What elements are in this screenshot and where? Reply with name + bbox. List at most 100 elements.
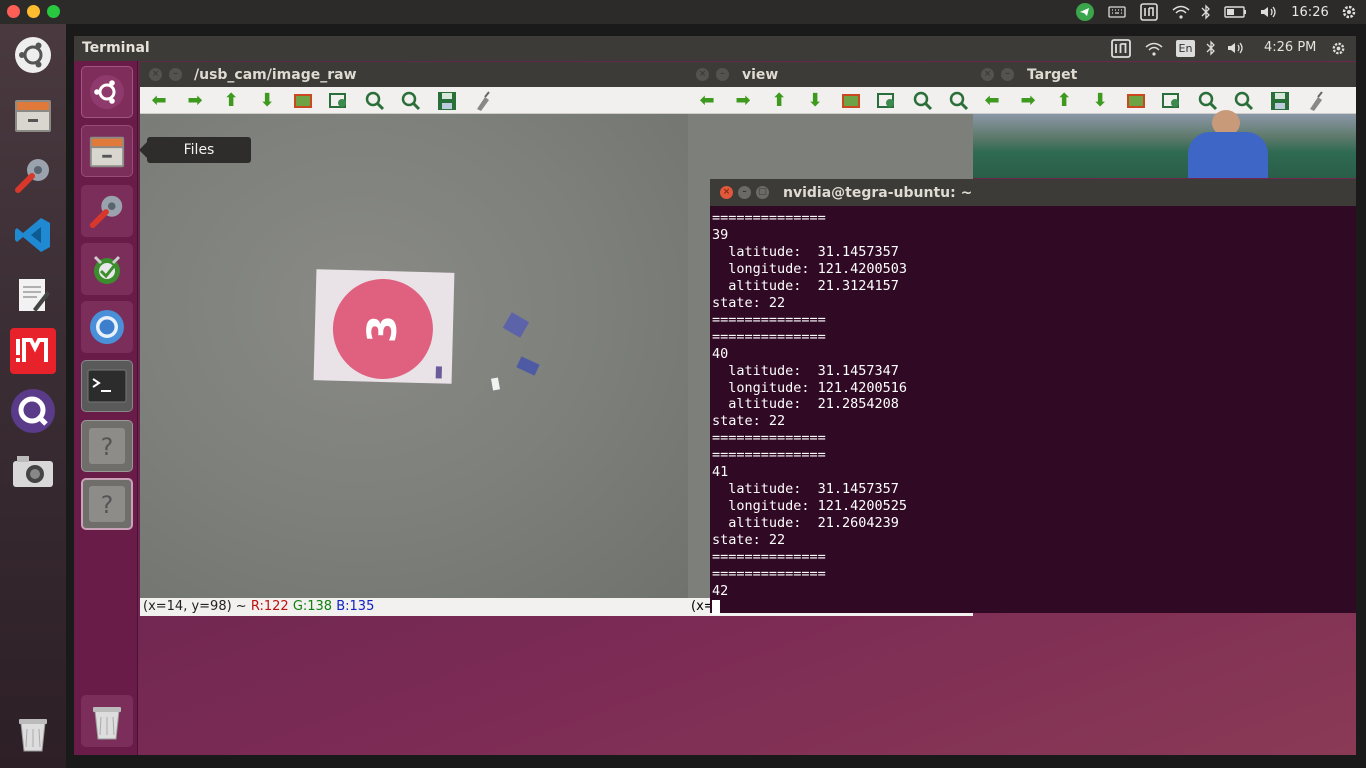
vm-im-indicator-icon[interactable]: [1111, 39, 1131, 62]
close-button[interactable]: ×: [981, 68, 994, 81]
camera-icon[interactable]: [8, 446, 58, 496]
arrow-right-icon[interactable]: ➡: [184, 90, 206, 112]
terminal-line: state: 22: [712, 532, 786, 549]
save-icon[interactable]: [436, 90, 458, 112]
image-icon[interactable]: [292, 90, 314, 112]
vm-settings-icon[interactable]: [81, 185, 133, 237]
close-window-button[interactable]: [7, 5, 20, 18]
minimize-window-button[interactable]: [27, 5, 40, 18]
arrow-right-icon[interactable]: ➡: [1017, 90, 1039, 112]
terminal-line: state: 22: [712, 294, 786, 311]
vm-volume-icon[interactable]: [1226, 40, 1246, 60]
vm-chromium-icon[interactable]: [81, 301, 133, 353]
terminal-line: 41: [712, 464, 729, 481]
clear-icon[interactable]: [1305, 90, 1327, 112]
host-clock[interactable]: 16:26: [1288, 3, 1332, 21]
minimize-button[interactable]: –: [169, 68, 182, 81]
terminal-line: altitude: 21.2604239: [712, 515, 899, 532]
object-blue-box-2: [516, 356, 540, 376]
vm-app-title: Terminal: [82, 40, 150, 56]
maximize-button[interactable]: □: [756, 186, 769, 199]
quicktime-icon[interactable]: [8, 386, 58, 436]
arrow-down-icon[interactable]: ⬇: [804, 90, 826, 112]
maximize-window-button[interactable]: [47, 5, 60, 18]
wifi-icon[interactable]: [1170, 3, 1192, 21]
target-toolbar: ⬅ ➡ ⬆ ⬇: [973, 87, 1356, 114]
zoom-in-icon[interactable]: [1197, 90, 1219, 112]
minimize-button[interactable]: –: [1001, 68, 1014, 81]
zoom-fit-icon[interactable]: [876, 90, 898, 112]
terminal-line: ==============: [712, 311, 826, 328]
settings-tools-icon[interactable]: [8, 150, 58, 200]
arrow-up-icon[interactable]: ⬆: [768, 90, 790, 112]
text-editor-icon[interactable]: [8, 270, 58, 320]
im-indicator-icon[interactable]: [1138, 3, 1160, 21]
volume-icon[interactable]: [1258, 3, 1280, 21]
vscode-icon[interactable]: [8, 210, 58, 260]
file-manager-icon[interactable]: [8, 90, 58, 140]
terminal-line: longitude: 121.4200503: [712, 260, 908, 277]
status-blue: B:135: [336, 599, 375, 614]
zoom-fit-icon[interactable]: [1161, 90, 1183, 112]
zoom-out-icon[interactable]: [400, 90, 422, 112]
battery-icon[interactable]: [1223, 3, 1249, 21]
image-icon[interactable]: [840, 90, 862, 112]
save-icon[interactable]: [1269, 90, 1291, 112]
terminal-output[interactable]: ============== 39 latitude: 31.1457357 lo…: [712, 210, 1356, 615]
image-toolbar: ⬅ ➡ ⬆ ⬇: [140, 87, 688, 114]
terminal-titlebar: × – □ nvidia@tegra-ubuntu: ~: [710, 179, 1356, 206]
close-button[interactable]: ×: [720, 186, 733, 199]
bluetooth-icon[interactable]: [1198, 3, 1214, 21]
terminal-window: × – □ nvidia@tegra-ubuntu: ~ ===========…: [710, 179, 1356, 615]
arrow-left-icon[interactable]: ⬅: [696, 90, 718, 112]
arrow-up-icon[interactable]: ⬆: [1053, 90, 1075, 112]
zoom-in-icon[interactable]: [364, 90, 386, 112]
vm-unknown-app-icon[interactable]: ?: [81, 420, 133, 472]
vm-bluetooth-icon[interactable]: [1206, 40, 1216, 60]
vm-terminal-icon[interactable]: [81, 360, 133, 412]
terminal-line: latitude: 31.1457347: [712, 362, 899, 379]
zoom-in-icon[interactable]: [912, 90, 934, 112]
im-app-icon[interactable]: [8, 326, 58, 376]
image-status-bar: (x=14, y=98) ~ R:122 G:138 B:135: [140, 598, 688, 616]
terminal-line: longitude: 121.4200516: [712, 379, 908, 396]
terminal-line: latitude: 31.1457357: [712, 481, 899, 498]
target-image[interactable]: [973, 110, 1356, 178]
clear-icon[interactable]: [472, 90, 494, 112]
trash-icon[interactable]: [8, 708, 58, 758]
zoom-fit-icon[interactable]: [328, 90, 350, 112]
vm-unknown-app-icon-2[interactable]: ?: [81, 478, 133, 530]
vm-software-updater-icon[interactable]: [81, 243, 133, 295]
terminal-line: ==============: [712, 549, 826, 566]
minimize-button[interactable]: –: [738, 186, 751, 199]
close-button[interactable]: ×: [149, 68, 162, 81]
vm-wifi-icon[interactable]: [1145, 41, 1163, 60]
terminal-title: nvidia@tegra-ubuntu: ~: [783, 185, 973, 201]
vm-language-indicator[interactable]: En: [1176, 40, 1195, 57]
person-figure: [1178, 110, 1278, 178]
vm-top-panel: Terminal En 4:26 PM: [74, 36, 1356, 61]
arrow-left-icon[interactable]: ⬅: [148, 90, 170, 112]
vm-clock[interactable]: 4:26 PM: [1264, 40, 1316, 55]
window-title: view: [742, 67, 779, 83]
arrow-up-icon[interactable]: ⬆: [220, 90, 242, 112]
arrow-right-icon[interactable]: ➡: [732, 90, 754, 112]
vm-trash-icon[interactable]: [81, 695, 133, 747]
image-icon[interactable]: [1125, 90, 1147, 112]
arrow-left-icon[interactable]: ⬅: [981, 90, 1003, 112]
telegram-icon[interactable]: [1074, 3, 1096, 21]
camera-image[interactable]: 3: [140, 114, 688, 598]
arrow-down-icon[interactable]: ⬇: [1089, 90, 1111, 112]
zoom-out-icon[interactable]: [1233, 90, 1255, 112]
vm-gear-icon[interactable]: [1330, 40, 1347, 61]
ubuntu-dash-icon[interactable]: [8, 30, 58, 80]
gear-icon[interactable]: [1338, 3, 1360, 21]
close-button[interactable]: ×: [696, 68, 709, 81]
vm-files-icon[interactable]: [81, 125, 133, 177]
vm-dash-icon[interactable]: [81, 66, 133, 118]
arrow-down-icon[interactable]: ⬇: [256, 90, 278, 112]
minimize-button[interactable]: –: [716, 68, 729, 81]
keyboard-icon[interactable]: [1106, 3, 1128, 21]
window-title: /usb_cam/image_raw: [194, 67, 357, 83]
zoom-out-icon[interactable]: [948, 90, 970, 112]
